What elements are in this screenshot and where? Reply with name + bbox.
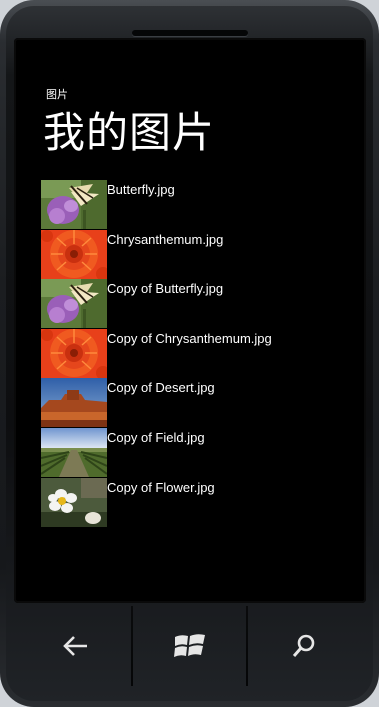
file-name: Copy of Flower.jpg xyxy=(107,479,215,495)
list-item[interactable]: Butterfly.jpg xyxy=(41,180,341,230)
phone-screen: 图片 我的图片 Butterfly.jpg Chrysanthemum.jpg … xyxy=(31,52,347,578)
file-name: Copy of Chrysanthemum.jpg xyxy=(107,330,272,346)
list-item[interactable]: Chrysanthemum.jpg xyxy=(41,229,341,280)
back-arrow-icon xyxy=(63,636,87,656)
file-name: Copy of Desert.jpg xyxy=(107,380,215,396)
search-button[interactable] xyxy=(248,606,360,686)
button-divider xyxy=(131,606,133,686)
windows-logo-icon xyxy=(174,634,205,657)
file-name: Copy of Field.jpg xyxy=(107,429,205,445)
search-icon xyxy=(292,634,315,657)
start-button[interactable] xyxy=(134,606,246,686)
butterfly-thumbnail xyxy=(41,279,107,329)
back-button[interactable] xyxy=(20,606,132,686)
file-name: Copy of Butterfly.jpg xyxy=(107,281,224,297)
page-title: 我的图片 xyxy=(43,108,216,157)
chrysanthemum-thumbnail xyxy=(41,229,107,279)
file-name: Butterfly.jpg xyxy=(107,182,175,197)
butterfly-thumbnail xyxy=(41,180,107,229)
phone-device: 图片 我的图片 Butterfly.jpg Chrysanthemum.jpg … xyxy=(0,0,379,707)
photo-list[interactable]: Butterfly.jpg Chrysanthemum.jpg Copy of … xyxy=(41,180,341,527)
flower-thumbnail xyxy=(41,477,107,527)
chrysanthemum-thumbnail xyxy=(41,328,107,378)
file-name: Chrysanthemum.jpg xyxy=(107,231,224,247)
hardware-button-bar xyxy=(0,606,379,707)
earpiece-speaker xyxy=(132,30,248,36)
field-thumbnail xyxy=(41,427,107,477)
list-item[interactable]: Copy of Flower.jpg xyxy=(41,477,341,528)
list-item[interactable]: Copy of Field.jpg xyxy=(41,427,341,478)
app-title: 图片 xyxy=(46,88,68,101)
desert-thumbnail xyxy=(41,378,107,428)
list-item[interactable]: Copy of Chrysanthemum.jpg xyxy=(41,328,341,379)
list-item[interactable]: Copy of Butterfly.jpg xyxy=(41,279,341,329)
list-item[interactable]: Copy of Desert.jpg xyxy=(41,378,341,428)
